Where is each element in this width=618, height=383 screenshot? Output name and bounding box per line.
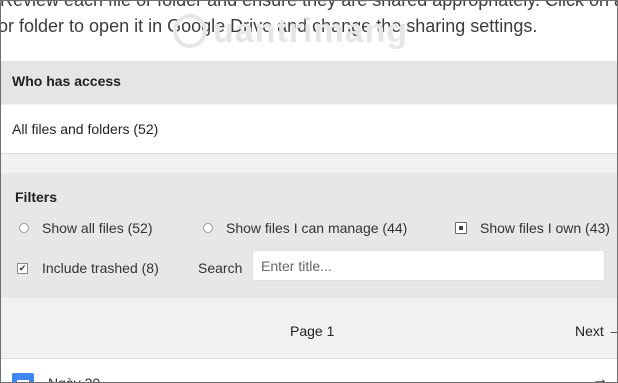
intro-line-1: Review each file or folder and ensure th… <box>0 0 618 10</box>
app-frame: Review each file or folder and ensure th… <box>0 0 618 383</box>
page-indicator: Page 1 <box>290 323 335 339</box>
search-label: Search <box>198 260 243 276</box>
next-page-button[interactable]: Next → <box>575 322 617 339</box>
show-own-files-label: Show files I own (43) <box>480 220 610 236</box>
include-trashed-option[interactable]: ✔ Include trashed (8) <box>17 260 159 276</box>
arrow-right-icon: → <box>608 322 617 339</box>
filter-show-manage-files[interactable]: Show files I can manage (44) <box>203 220 407 236</box>
next-page-label: Next <box>575 322 604 339</box>
show-manage-files-label: Show files I can manage (44) <box>226 220 408 236</box>
filters-panel: Filters Show all files (52) Show files I… <box>1 173 617 298</box>
file-list-item[interactable]: Ngày 20 → <box>1 358 617 383</box>
filter-show-own-files[interactable]: Show files I own (43) <box>455 220 610 236</box>
include-trashed-label: Include trashed (8) <box>42 260 159 276</box>
show-own-files-radio[interactable] <box>455 222 467 234</box>
include-trashed-checkbox[interactable]: ✔ <box>17 262 28 274</box>
who-has-access-header: Who has access <box>1 61 617 104</box>
search-input[interactable] <box>252 250 605 281</box>
show-all-files-radio[interactable] <box>19 223 29 233</box>
all-files-row[interactable]: All files and folders (52) <box>1 105 617 154</box>
file-name: Ngày 20 <box>48 375 101 383</box>
filters-title: Filters <box>15 189 58 205</box>
pagination: Page 1 Next → <box>1 298 617 358</box>
open-file-arrow-icon[interactable]: → <box>592 371 608 382</box>
all-files-label: All files and folders (52) <box>12 121 159 137</box>
show-all-files-label: Show all files (52) <box>42 220 153 236</box>
checkmark-icon: ✔ <box>18 262 27 273</box>
intro-line-2: or folder to open it in Google Drive and… <box>0 16 538 36</box>
show-manage-files-radio[interactable] <box>203 223 213 233</box>
intro-text: Review each file or folder and ensure th… <box>0 0 618 61</box>
filter-show-all-files[interactable]: Show all files (52) <box>19 220 153 236</box>
google-doc-icon <box>12 373 34 382</box>
who-has-access-title: Who has access <box>12 73 121 89</box>
